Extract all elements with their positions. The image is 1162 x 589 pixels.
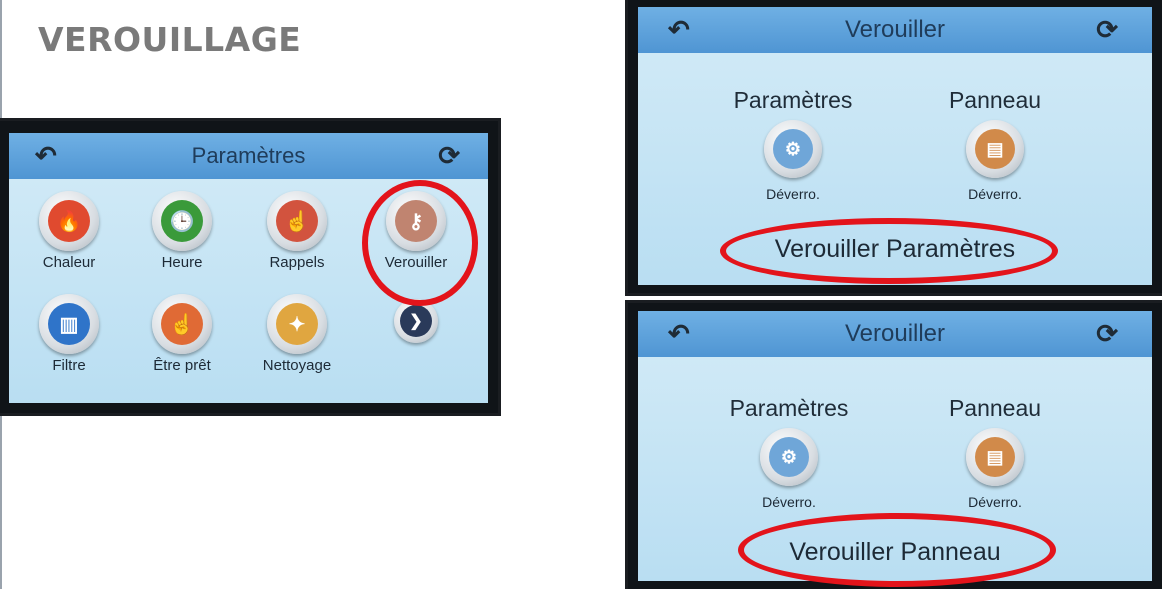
tile-chaleur[interactable]: 🔥 Chaleur bbox=[14, 191, 124, 271]
tile-label: Chaleur bbox=[42, 254, 96, 271]
panel-state: Déverro. bbox=[968, 494, 1022, 510]
highlight-lock-settings bbox=[720, 218, 1058, 284]
lock-title: Verouiller bbox=[844, 16, 946, 43]
panel-lock-icon: ▤ bbox=[975, 437, 1015, 477]
panel-lock-icon: ▤ bbox=[975, 129, 1015, 169]
tile-label: Nettoyage bbox=[262, 357, 332, 374]
lock-header: ↶ Verouiller ⟳ bbox=[638, 311, 1152, 357]
tile-label: Être prêt bbox=[153, 357, 211, 374]
back-icon[interactable]: ↶ bbox=[668, 15, 690, 46]
tile-etre-pret[interactable]: ☝ Être prêt bbox=[127, 294, 237, 374]
tile-filtre[interactable]: ▥ Filtre bbox=[14, 294, 124, 374]
settings-lock-icon: ⚙ bbox=[769, 437, 809, 477]
highlight-verouiller bbox=[362, 180, 478, 306]
tile-label: Rappels bbox=[269, 254, 325, 271]
reminder-icon: ☝ bbox=[276, 200, 318, 242]
panel-heading: Panneau bbox=[948, 87, 1042, 113]
back-icon[interactable]: ↶ bbox=[35, 141, 57, 172]
lock-settings-toggle[interactable]: Paramètres ⚙ Déverro. bbox=[698, 87, 888, 202]
settings-state: Déverro. bbox=[766, 186, 820, 202]
highlight-lock-panel bbox=[738, 513, 1056, 587]
lock-title: Verouiller bbox=[844, 320, 946, 347]
chevron-right-icon: ❯ bbox=[400, 305, 432, 337]
tile-rappels[interactable]: ☝ Rappels bbox=[242, 191, 352, 271]
settings-header: ↶ Paramètres ⟳ bbox=[9, 133, 488, 179]
flame-icon: 🔥 bbox=[48, 200, 90, 242]
lock-panel-toggle[interactable]: Panneau ▤ Déverro. bbox=[900, 395, 1090, 510]
settings-title: Paramètres bbox=[191, 143, 306, 168]
filter-icon: ▥ bbox=[48, 303, 90, 345]
panel-heading: Panneau bbox=[948, 395, 1042, 421]
settings-state: Déverro. bbox=[762, 494, 816, 510]
lock-panel-toggle[interactable]: Panneau ▤ Déverro. bbox=[900, 87, 1090, 202]
panel-state: Déverro. bbox=[968, 186, 1022, 202]
lock-header: ↶ Verouiller ⟳ bbox=[638, 7, 1152, 53]
tile-label: Heure bbox=[161, 254, 203, 271]
clock-icon: 🕒 bbox=[161, 200, 203, 242]
refresh-icon[interactable]: ⟳ bbox=[1096, 15, 1118, 46]
tile-label: Filtre bbox=[52, 357, 86, 374]
cleaning-icon: ✦ bbox=[276, 303, 318, 345]
tile-heure[interactable]: 🕒 Heure bbox=[127, 191, 237, 271]
refresh-icon[interactable]: ⟳ bbox=[438, 141, 460, 172]
settings-heading: Paramètres bbox=[733, 87, 853, 113]
tile-nettoyage[interactable]: ✦ Nettoyage bbox=[242, 294, 352, 374]
back-icon[interactable]: ↶ bbox=[668, 319, 690, 350]
refresh-icon[interactable]: ⟳ bbox=[1096, 319, 1118, 350]
lock-settings-toggle[interactable]: Paramètres ⚙ Déverro. bbox=[694, 395, 884, 510]
page-title: VEROUILLAGE bbox=[38, 20, 302, 59]
settings-heading: Paramètres bbox=[729, 395, 849, 421]
settings-lock-icon: ⚙ bbox=[773, 129, 813, 169]
ready-icon: ☝ bbox=[161, 303, 203, 345]
